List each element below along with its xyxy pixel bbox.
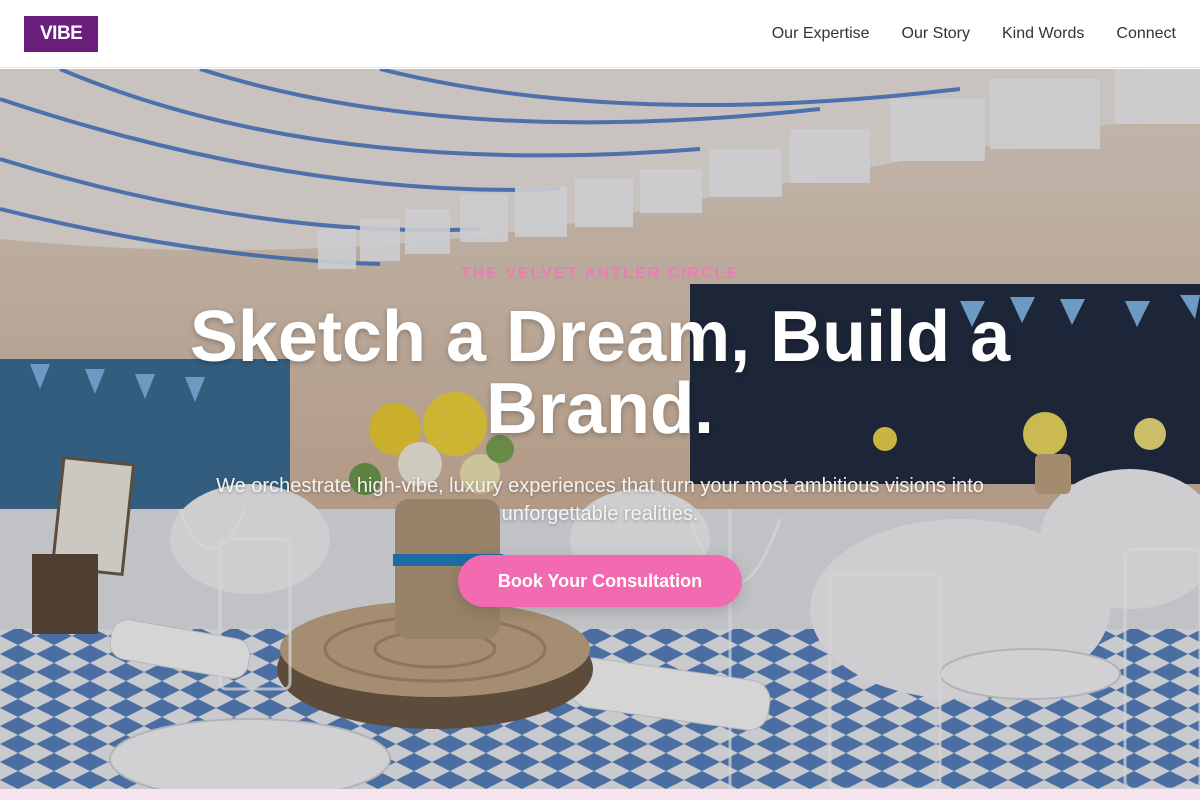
book-consultation-button[interactable]: Book Your Consultation: [458, 555, 742, 607]
nav-link-our-story[interactable]: Our Story: [902, 25, 970, 43]
hero-eyebrow: THE VELVET ANTLER CIRCLE: [460, 265, 740, 282]
nav-link-connect[interactable]: Connect: [1116, 25, 1176, 43]
nav-link-kind-words[interactable]: Kind Words: [1002, 25, 1084, 43]
primary-nav: Our Expertise Our Story Kind Words Conne…: [772, 25, 1176, 43]
next-section-edge: [0, 789, 1200, 800]
nav-link-our-expertise[interactable]: Our Expertise: [772, 25, 870, 43]
top-navbar: VIBE Our Expertise Our Story Kind Words …: [0, 0, 1200, 68]
hero-section: THE VELVET ANTLER CIRCLE Sketch a Dream,…: [0, 69, 1200, 789]
hero-headline: Sketch a Dream, Build a Brand.: [189, 297, 1011, 449]
hero-content: THE VELVET ANTLER CIRCLE Sketch a Dream,…: [0, 69, 1200, 789]
hero-subtext: We orchestrate high-vibe, luxury experie…: [216, 475, 984, 525]
brand-logo[interactable]: VIBE: [24, 15, 99, 52]
